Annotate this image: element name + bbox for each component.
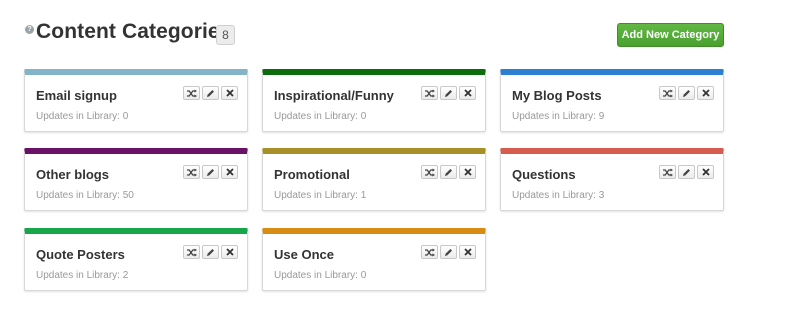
shuffle-button[interactable] xyxy=(421,245,438,259)
help-icon[interactable]: ? xyxy=(25,25,34,34)
edit-button[interactable] xyxy=(202,165,219,179)
add-new-category-button[interactable]: Add New Category xyxy=(617,23,724,47)
delete-button[interactable] xyxy=(459,245,476,259)
card-actions xyxy=(183,86,238,100)
shuffle-icon xyxy=(424,248,435,257)
delete-button[interactable] xyxy=(221,86,238,100)
updates-count: Updates in Library: 0 xyxy=(274,270,367,281)
category-name: Quote Posters xyxy=(36,247,125,262)
pencil-icon xyxy=(206,168,215,177)
shuffle-icon xyxy=(662,89,673,98)
edit-button[interactable] xyxy=(202,245,219,259)
updates-count: Updates in Library: 2 xyxy=(36,270,129,281)
shuffle-button[interactable] xyxy=(659,86,676,100)
category-name: Other blogs xyxy=(36,167,109,182)
category-name: Promotional xyxy=(274,167,350,182)
close-icon xyxy=(463,89,472,97)
delete-button[interactable] xyxy=(697,165,714,179)
category-name: Inspirational/Funny xyxy=(274,88,394,103)
delete-button[interactable] xyxy=(221,245,238,259)
updates-count: Updates in Library: 50 xyxy=(36,190,134,201)
card-actions xyxy=(421,245,476,259)
edit-button[interactable] xyxy=(440,165,457,179)
shuffle-icon xyxy=(186,89,197,98)
edit-button[interactable] xyxy=(678,165,695,179)
card-actions xyxy=(183,245,238,259)
edit-button[interactable] xyxy=(202,86,219,100)
category-card: Email signup Updates in Library: 0 xyxy=(24,69,248,132)
delete-button[interactable] xyxy=(221,165,238,179)
close-icon xyxy=(463,248,472,256)
category-count-badge: 8 xyxy=(216,25,235,45)
edit-button[interactable] xyxy=(440,245,457,259)
shuffle-icon xyxy=(424,89,435,98)
shuffle-button[interactable] xyxy=(659,165,676,179)
close-icon xyxy=(225,248,234,256)
card-actions xyxy=(659,165,714,179)
shuffle-icon xyxy=(662,168,673,177)
category-name: Questions xyxy=(512,167,576,182)
updates-count: Updates in Library: 0 xyxy=(36,111,129,122)
category-card: Inspirational/Funny Updates in Library: 0 xyxy=(262,69,486,132)
pencil-icon xyxy=(444,248,453,257)
close-icon xyxy=(463,168,472,176)
close-icon xyxy=(225,168,234,176)
edit-button[interactable] xyxy=(678,86,695,100)
updates-count: Updates in Library: 3 xyxy=(512,190,605,201)
card-actions xyxy=(659,86,714,100)
category-name: My Blog Posts xyxy=(512,88,602,103)
category-card: Other blogs Updates in Library: 50 xyxy=(24,148,248,211)
updates-count: Updates in Library: 0 xyxy=(274,111,367,122)
category-card: My Blog Posts Updates in Library: 9 xyxy=(500,69,724,132)
shuffle-button[interactable] xyxy=(183,245,200,259)
updates-count: Updates in Library: 1 xyxy=(274,190,367,201)
delete-button[interactable] xyxy=(459,165,476,179)
delete-button[interactable] xyxy=(697,86,714,100)
close-icon xyxy=(701,168,710,176)
card-actions xyxy=(421,165,476,179)
delete-button[interactable] xyxy=(459,86,476,100)
pencil-icon xyxy=(682,89,691,98)
category-name: Email signup xyxy=(36,88,117,103)
card-actions xyxy=(421,86,476,100)
card-actions xyxy=(183,165,238,179)
pencil-icon xyxy=(682,168,691,177)
page-title: Content Categories xyxy=(36,20,232,43)
edit-button[interactable] xyxy=(440,86,457,100)
category-card: Promotional Updates in Library: 1 xyxy=(262,148,486,211)
pencil-icon xyxy=(444,89,453,98)
shuffle-button[interactable] xyxy=(183,86,200,100)
shuffle-icon xyxy=(186,248,197,257)
pencil-icon xyxy=(206,89,215,98)
category-card: Quote Posters Updates in Library: 2 xyxy=(24,228,248,291)
shuffle-icon xyxy=(424,168,435,177)
close-icon xyxy=(225,89,234,97)
category-card: Questions Updates in Library: 3 xyxy=(500,148,724,211)
updates-count: Updates in Library: 9 xyxy=(512,111,605,122)
shuffle-button[interactable] xyxy=(421,165,438,179)
shuffle-button[interactable] xyxy=(183,165,200,179)
category-card: Use Once Updates in Library: 0 xyxy=(262,228,486,291)
shuffle-icon xyxy=(186,168,197,177)
pencil-icon xyxy=(206,248,215,257)
category-name: Use Once xyxy=(274,247,334,262)
pencil-icon xyxy=(444,168,453,177)
shuffle-button[interactable] xyxy=(421,86,438,100)
close-icon xyxy=(701,89,710,97)
